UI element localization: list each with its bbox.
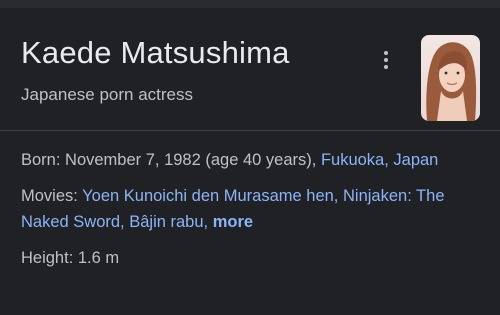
top-strip: [0, 0, 500, 8]
movies-label: Movies:: [21, 187, 78, 205]
height-value: 1.6 m: [77, 249, 120, 267]
fact-born: Born: November 7, 1982 (age 40 years), F…: [21, 147, 481, 173]
birthplace-link[interactable]: Fukuoka, Japan: [321, 151, 438, 169]
entity-title: Kaede Matsushima: [21, 35, 290, 70]
divider: [0, 130, 500, 131]
more-vert-icon: [384, 51, 388, 69]
knowledge-panel-header: Kaede Matsushima Japanese porn actress: [0, 8, 500, 130]
fact-movies: Movies: Yoen Kunoichi den Murasame hen, …: [21, 183, 481, 235]
more-movies-link[interactable]: more: [213, 213, 253, 231]
height-label: Height:: [21, 249, 74, 267]
facts-section: Born: November 7, 1982 (age 40 years), F…: [21, 147, 481, 271]
movie-link[interactable]: Yoen Kunoichi den Murasame hen,: [82, 187, 338, 205]
fact-height: Height: 1.6 m: [21, 245, 481, 271]
more-options-button[interactable]: [374, 48, 398, 72]
entity-subtitle: Japanese porn actress: [21, 85, 193, 104]
entity-photo[interactable]: [421, 35, 480, 121]
born-label: Born:: [21, 151, 61, 169]
born-value: November 7, 1982 (age 40 years),: [65, 151, 317, 169]
movie-link[interactable]: Bâjin rabu,: [129, 213, 208, 231]
